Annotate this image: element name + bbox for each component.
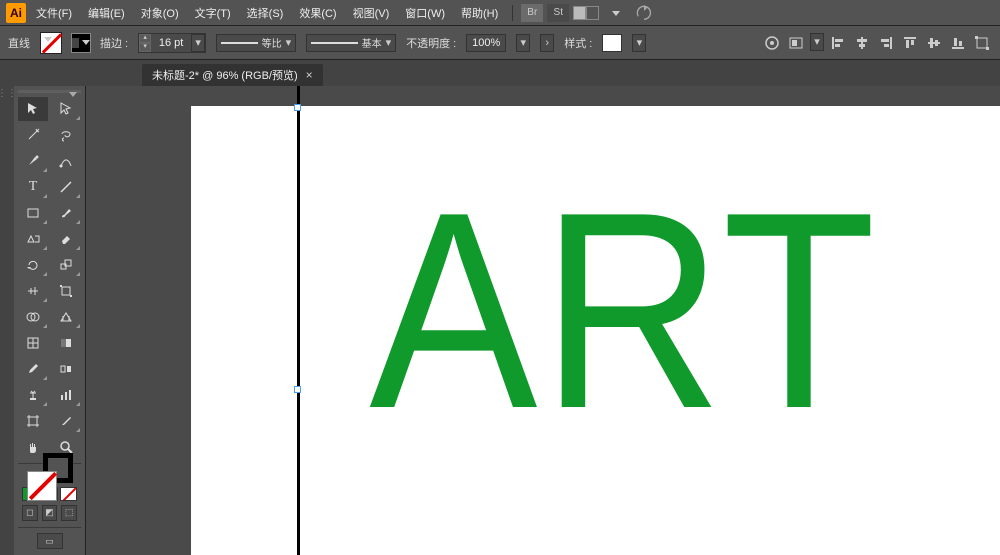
shape-builder-tool[interactable]	[18, 305, 48, 329]
stock-icon[interactable]: St	[547, 4, 569, 22]
stroke-swatch[interactable]	[72, 34, 90, 52]
selected-line-object[interactable]	[297, 86, 300, 555]
align-right-icon[interactable]	[876, 33, 896, 53]
menu-window[interactable]: 窗口(W)	[399, 5, 451, 21]
close-tab-icon[interactable]: ×	[306, 68, 313, 82]
stroke-weight-dropdown[interactable]: ▾	[191, 34, 205, 52]
workspace-switch-icon[interactable]	[573, 6, 599, 20]
line-icon	[221, 42, 257, 44]
selection-handle-mid[interactable]	[294, 386, 301, 393]
style-dropdown[interactable]: ▾	[632, 34, 646, 52]
stroke-weight-field[interactable]: ▴▾ 16 pt ▾	[138, 33, 206, 53]
style-label: 样式 :	[564, 35, 592, 51]
fill-color-swatch[interactable]	[27, 471, 57, 501]
main-area: ⋮⋮ T	[0, 86, 1000, 555]
stroke-weight-stepper[interactable]: ▴▾	[139, 34, 151, 52]
doc-setup-icon[interactable]	[786, 33, 806, 53]
blend-tool[interactable]	[51, 357, 81, 381]
magic-wand-tool[interactable]	[18, 123, 48, 147]
width-profile-dropdown[interactable]: 等比 ▾	[216, 34, 296, 52]
opacity-label: 不透明度 :	[406, 35, 456, 51]
selection-handle-top[interactable]	[294, 104, 301, 111]
stroke-label: 描边 :	[100, 35, 128, 51]
menu-file[interactable]: 文件(F)	[30, 5, 78, 21]
line-icon	[311, 42, 357, 44]
selection-tool[interactable]	[18, 97, 48, 121]
brush-def-dropdown[interactable]: 基本 ▾	[306, 34, 396, 52]
symbol-sprayer-tool[interactable]	[18, 383, 48, 407]
draw-normal-icon[interactable]: ◻	[22, 505, 38, 521]
document-tab-title: 未标题-2* @ 96% (RGB/预览)	[152, 67, 298, 83]
gradient-tool[interactable]	[51, 331, 81, 355]
menu-view[interactable]: 视图(V)	[347, 5, 396, 21]
options-bar: 直线 描边 : ▴▾ 16 pt ▾ 等比 ▾ 基本 ▾ 不透明度 : 100%…	[0, 26, 1000, 60]
line-tool[interactable]	[51, 175, 81, 199]
draw-behind-icon[interactable]: ◩	[42, 505, 58, 521]
align-to-dropdown[interactable]: ▾	[810, 33, 824, 51]
screen-mode-row: ◻ ◩ ⬚	[22, 505, 77, 521]
perspective-grid-tool[interactable]	[51, 305, 81, 329]
workspace-menu[interactable]	[603, 7, 626, 19]
tool-panel: T	[14, 86, 86, 555]
transform-icon[interactable]	[972, 33, 992, 53]
menu-effect[interactable]: 效果(C)	[293, 5, 342, 21]
panel-grip[interactable]: ⋮⋮	[0, 86, 14, 555]
menu-separator	[512, 5, 513, 21]
shaper-tool[interactable]	[18, 227, 48, 251]
tool-name-label: 直线	[8, 35, 30, 51]
menu-object[interactable]: 对象(O)	[135, 5, 185, 21]
bridge-icon[interactable]: Br	[521, 4, 543, 22]
brush-def-label: 基本	[362, 35, 382, 50]
canvas-area[interactable]: ART	[86, 86, 1000, 555]
style-swatch[interactable]	[602, 34, 622, 52]
width-tool[interactable]	[18, 279, 48, 303]
sync-icon[interactable]	[636, 5, 652, 21]
screen-mode-button[interactable]: ▭	[22, 533, 77, 549]
opacity-dropdown[interactable]: ▾	[516, 34, 530, 52]
align-hcenter-icon[interactable]	[852, 33, 872, 53]
menu-edit[interactable]: 编辑(E)	[82, 5, 131, 21]
pen-tool[interactable]	[18, 149, 48, 173]
document-tab[interactable]: 未标题-2* @ 96% (RGB/预览) ×	[142, 64, 323, 86]
column-graph-tool[interactable]	[51, 383, 81, 407]
width-profile-label: 等比	[262, 35, 282, 50]
app-logo: Ai	[6, 3, 26, 23]
rectangle-tool[interactable]	[18, 201, 48, 225]
align-left-icon[interactable]	[828, 33, 848, 53]
curvature-tool[interactable]	[51, 149, 81, 173]
menu-type[interactable]: 文字(T)	[189, 5, 237, 21]
draw-inside-icon[interactable]: ⬚	[61, 505, 77, 521]
fill-swatch[interactable]	[40, 32, 62, 54]
menu-bar: Ai 文件(F) 编辑(E) 对象(O) 文字(T) 选择(S) 效果(C) 视…	[0, 0, 1000, 26]
align-group: ▾	[762, 33, 992, 53]
stroke-weight-value[interactable]: 16 pt	[151, 37, 191, 49]
mesh-tool[interactable]	[18, 331, 48, 355]
artboard-tool[interactable]	[18, 409, 48, 433]
type-tool[interactable]: T	[18, 175, 48, 199]
color-mode-none[interactable]	[60, 487, 77, 501]
fill-stroke-control[interactable]	[27, 471, 73, 483]
artwork-text[interactable]: ART	[369, 171, 879, 451]
align-bottom-icon[interactable]	[948, 33, 968, 53]
align-vcenter-icon[interactable]	[924, 33, 944, 53]
eraser-tool[interactable]	[51, 227, 81, 251]
menu-help[interactable]: 帮助(H)	[455, 5, 504, 21]
menu-select[interactable]: 选择(S)	[241, 5, 290, 21]
free-transform-tool[interactable]	[51, 279, 81, 303]
opacity-field[interactable]: 100%	[466, 34, 506, 52]
document-tab-strip: 未标题-2* @ 96% (RGB/预览) ×	[0, 60, 1000, 86]
artboard[interactable]: ART	[191, 106, 1000, 555]
rotate-tool[interactable]	[18, 253, 48, 277]
eyedropper-tool[interactable]	[18, 357, 48, 381]
align-top-icon[interactable]	[900, 33, 920, 53]
opacity-more[interactable]: ›	[540, 34, 554, 52]
paintbrush-tool[interactable]	[51, 201, 81, 225]
slice-tool[interactable]	[51, 409, 81, 433]
direct-selection-tool[interactable]	[51, 97, 81, 121]
lasso-tool[interactable]	[51, 123, 81, 147]
tool-panel-tab[interactable]	[18, 90, 81, 93]
scale-tool[interactable]	[51, 253, 81, 277]
recolor-icon[interactable]	[762, 33, 782, 53]
